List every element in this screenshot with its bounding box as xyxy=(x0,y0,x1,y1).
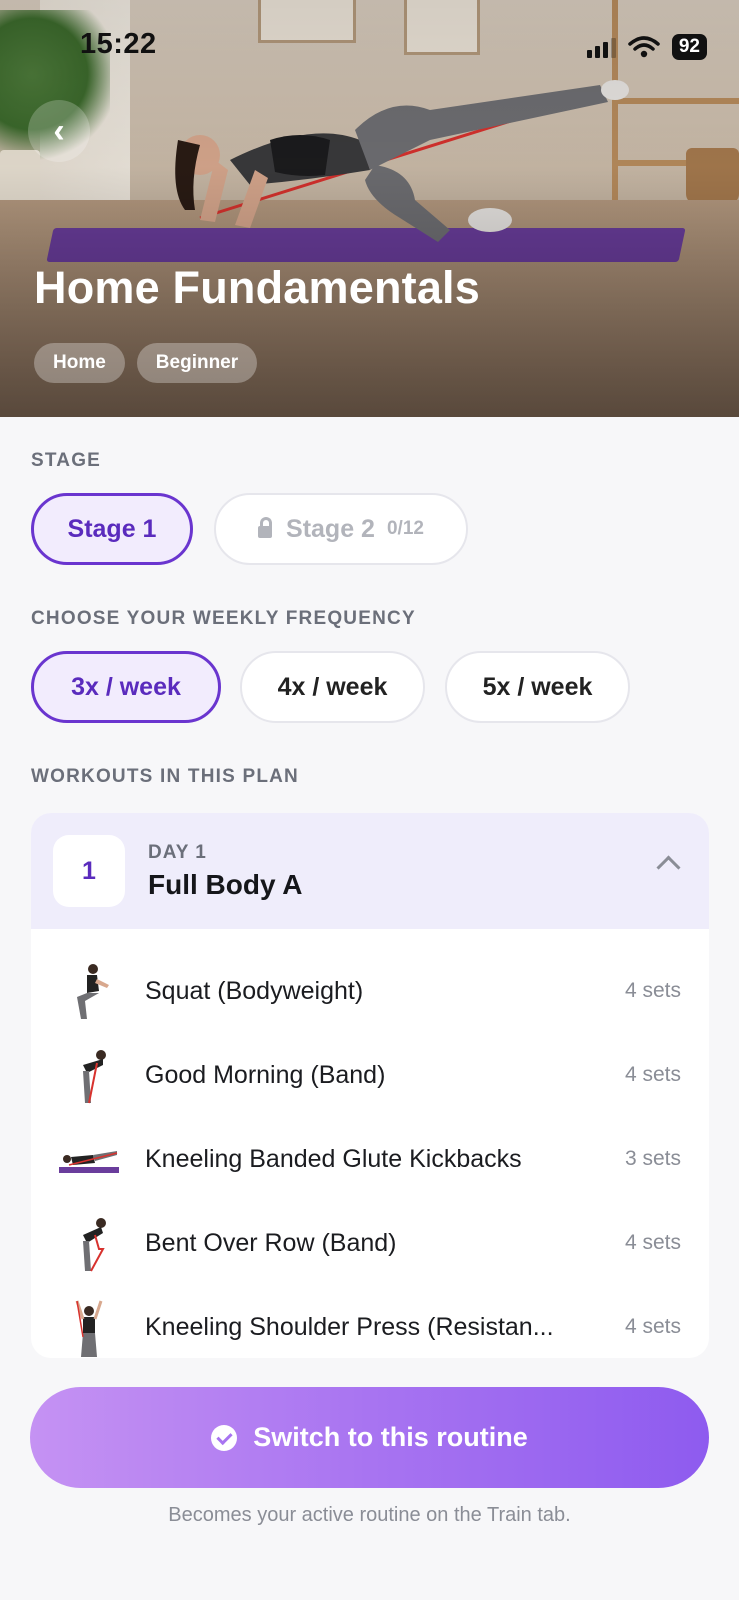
exercise-sets: 4 sets xyxy=(624,1231,681,1254)
tag-home: Home xyxy=(34,343,125,383)
stage-label: STAGE xyxy=(31,450,102,471)
stage-2-label: Stage 2 xyxy=(286,514,375,543)
frequency-label: CHOOSE YOUR WEEKLY FREQUENCY xyxy=(31,608,416,629)
chevron-left-icon: ‹ xyxy=(53,111,65,150)
bent-over-row-thumbnail xyxy=(83,1218,106,1272)
exercise-row[interactable]: Squat (Bodyweight) 4 sets xyxy=(31,957,709,1041)
wifi-icon xyxy=(628,36,660,58)
switch-routine-button[interactable]: Switch to this routine xyxy=(30,1387,709,1488)
day-label: DAY 1 xyxy=(148,842,207,863)
status-icons: 92 xyxy=(586,34,707,60)
day-title: Full Body A xyxy=(148,869,303,900)
exercise-sets: 4 sets xyxy=(624,1315,681,1338)
exercise-sets: 3 sets xyxy=(624,1147,681,1170)
exercise-row[interactable]: Kneeling Banded Glute Kickbacks 3 sets xyxy=(31,1125,709,1209)
frequency-5x-label: 5x / week xyxy=(482,672,593,701)
lock-icon xyxy=(258,517,273,538)
stage-2-progress: 0/12 xyxy=(386,518,424,539)
exercise-row[interactable]: Bent Over Row (Band) 4 sets xyxy=(31,1209,709,1293)
exercise-name: Bent Over Row (Band) xyxy=(145,1229,397,1257)
tag-beginner: Beginner xyxy=(136,343,258,383)
stage-1-option[interactable]: Stage 1 xyxy=(31,493,193,565)
frequency-3x-option[interactable]: 3x / week xyxy=(31,651,221,723)
exercise-name: Kneeling Shoulder Press (Resistan... xyxy=(145,1313,554,1341)
exercise-sets: 4 sets xyxy=(624,1063,681,1086)
battery-icon: 92 xyxy=(671,34,707,60)
exercise-name: Squat (Bodyweight) xyxy=(145,977,364,1005)
exercise-sets: 4 sets xyxy=(624,979,681,1002)
hero-tags: Home Beginner xyxy=(34,343,258,383)
workouts-label: WORKOUTS IN THIS PLAN xyxy=(31,766,299,787)
frequency-3x-label: 3x / week xyxy=(71,672,181,701)
switch-routine-label: Switch to this routine xyxy=(253,1422,528,1452)
shoulder-press-thumbnail xyxy=(75,1300,103,1357)
frequency-5x-option[interactable]: 5x / week xyxy=(445,651,630,723)
exercise-name: Kneeling Banded Glute Kickbacks xyxy=(145,1145,522,1173)
day-header[interactable]: 1 DAY 1 Full Body A xyxy=(31,813,709,929)
status-time: 15:22 xyxy=(80,28,157,60)
exercise-row[interactable]: Good Morning (Band) 4 sets xyxy=(31,1041,709,1125)
glute-kickbacks-thumbnail xyxy=(59,1151,119,1173)
squat-thumbnail xyxy=(77,964,109,1019)
day-card: 1 DAY 1 Full Body A Squat (Bodyweight) 4… xyxy=(31,813,709,1358)
cta-note: Becomes your active routine on the Train… xyxy=(168,1504,571,1526)
exercise-row[interactable]: Kneeling Shoulder Press (Resistan... 4 s… xyxy=(31,1293,709,1358)
exercise-name: Good Morning (Band) xyxy=(145,1061,386,1089)
check-circle-icon xyxy=(211,1424,238,1451)
stage-2-option[interactable]: Stage 2 0/12 xyxy=(214,493,468,565)
cellular-signal-icon xyxy=(586,36,616,58)
stage-1-label: Stage 1 xyxy=(67,514,157,543)
page-title: Home Fundamentals xyxy=(34,262,480,313)
frequency-4x-option[interactable]: 4x / week xyxy=(240,651,425,723)
frequency-4x-label: 4x / week xyxy=(277,672,388,701)
chevron-up-icon[interactable] xyxy=(656,855,681,880)
back-button[interactable]: ‹ xyxy=(28,100,90,162)
day-number-badge: 1 xyxy=(53,835,125,907)
good-morning-thumbnail xyxy=(83,1050,106,1104)
